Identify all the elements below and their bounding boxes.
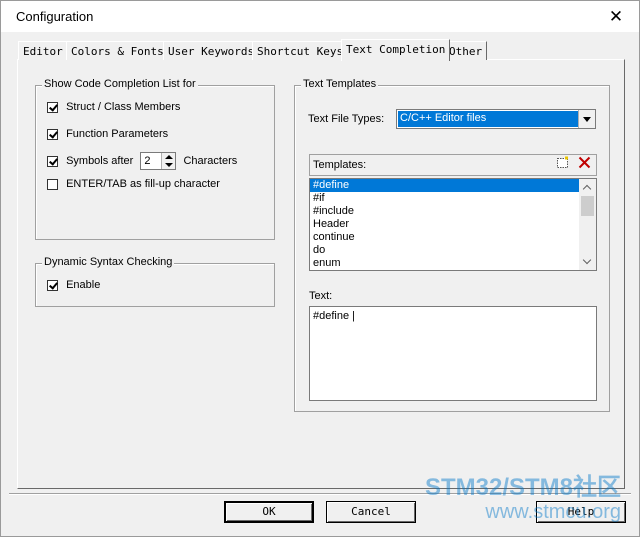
window-title: Configuration	[16, 9, 94, 24]
template-item[interactable]: enum	[310, 257, 596, 270]
tab-other[interactable]: Other	[444, 41, 488, 60]
syntax-enable-label: Enable	[66, 279, 101, 292]
spinner-buttons[interactable]	[161, 153, 176, 169]
chevron-down-icon[interactable]	[578, 110, 595, 128]
tab-editor[interactable]: Editor	[18, 41, 68, 60]
new-template-icon[interactable]	[552, 156, 572, 174]
enter-tab-label: ENTER/TAB as fill-up character	[66, 178, 220, 191]
function-params-label: Function Parameters	[66, 128, 169, 141]
file-types-select[interactable]: C/C++ Editor files	[396, 109, 596, 129]
file-types-label: Text File Types:	[308, 113, 385, 125]
function-params-option[interactable]: Function Parameters	[47, 128, 168, 144]
template-item[interactable]: Header	[310, 218, 596, 231]
template-item[interactable]: #include	[310, 205, 596, 218]
button-separator	[9, 493, 631, 495]
spin-up-icon[interactable]	[165, 155, 174, 159]
tab-shortcut-keys[interactable]: Shortcut Keys	[252, 41, 349, 60]
syntax-group: Dynamic Syntax Checking Enable	[35, 256, 275, 307]
templates-label: Templates:	[313, 159, 367, 171]
template-text-area[interactable]: #define |	[309, 306, 597, 401]
symbols-after-checkbox[interactable]	[47, 155, 58, 167]
struct-members-checkbox[interactable]	[47, 101, 58, 113]
enter-tab-checkbox[interactable]	[47, 178, 58, 190]
syntax-group-title: Dynamic Syntax Checking	[42, 256, 175, 268]
file-types-value[interactable]: C/C++ Editor files	[398, 111, 578, 127]
template-item[interactable]: continue	[310, 231, 596, 244]
struct-members-option[interactable]: Struct / Class Members	[47, 101, 180, 117]
tab-panel-text-completion: Show Code Completion List for Struct / C…	[17, 59, 625, 489]
templates-group: Text Templates Text File Types: C/C++ Ed…	[294, 78, 610, 412]
configuration-dialog: Configuration ✕ Show Code Completion Lis…	[0, 0, 640, 537]
characters-label: Characters	[183, 155, 238, 167]
enter-tab-option[interactable]: ENTER/TAB as fill-up character	[47, 178, 220, 194]
templates-list[interactable]: #define #if #include Header continue do …	[309, 178, 597, 271]
scrollbar-thumb[interactable]	[581, 196, 594, 216]
function-params-checkbox[interactable]	[47, 128, 58, 140]
template-item[interactable]: #define	[310, 179, 596, 192]
template-item[interactable]: #if	[310, 192, 596, 205]
symbols-count-spinner[interactable]: 2	[140, 152, 177, 170]
tab-user-keywords[interactable]: User Keywords	[163, 41, 260, 60]
templates-scrollbar[interactable]	[579, 179, 596, 270]
spin-down-icon[interactable]	[165, 163, 174, 167]
ok-button[interactable]: OK	[224, 501, 314, 523]
symbols-after-option[interactable]: Symbols after 2 Characters	[47, 152, 237, 172]
delete-template-icon[interactable]	[574, 156, 594, 174]
symbols-after-label: Symbols after	[66, 155, 134, 167]
completion-group-title: Show Code Completion List for	[42, 78, 198, 90]
tab-text-completion[interactable]: Text Completion	[341, 39, 451, 61]
templates-group-title: Text Templates	[301, 78, 379, 90]
title-bar[interactable]: Configuration ✕	[1, 1, 639, 32]
scroll-up-icon[interactable]	[579, 179, 596, 196]
symbols-count-value[interactable]: 2	[144, 155, 150, 167]
help-button[interactable]: Help	[536, 501, 626, 523]
text-label: Text:	[309, 290, 333, 302]
scroll-down-icon[interactable]	[579, 253, 596, 270]
close-icon[interactable]: ✕	[593, 1, 639, 32]
template-item[interactable]: do	[310, 244, 596, 257]
tab-colors-fonts[interactable]: Colors & Fonts	[66, 41, 169, 60]
struct-members-label: Struct / Class Members	[66, 101, 181, 114]
cancel-button[interactable]: Cancel	[326, 501, 416, 523]
syntax-enable-checkbox[interactable]	[47, 279, 58, 291]
syntax-enable-option[interactable]: Enable	[47, 279, 100, 295]
completion-group: Show Code Completion List for Struct / C…	[35, 78, 275, 240]
templates-header: Templates:	[309, 154, 597, 176]
